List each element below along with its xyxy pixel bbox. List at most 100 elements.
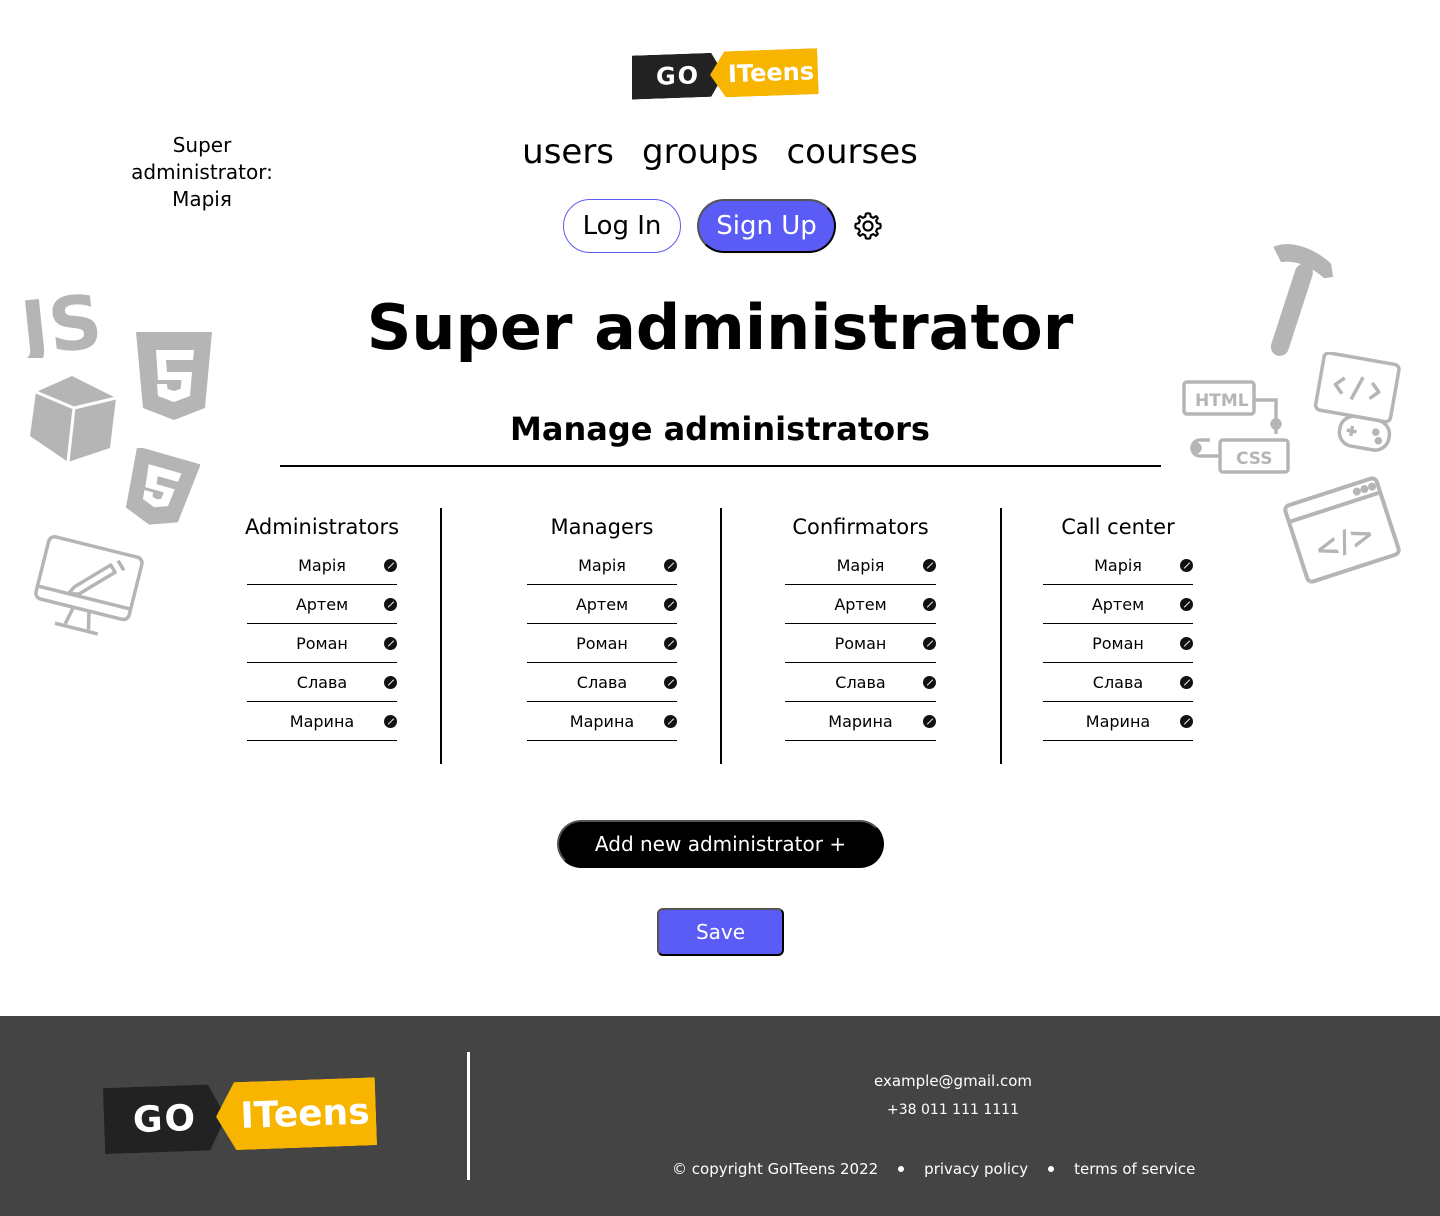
section-divider xyxy=(280,465,1161,467)
hammer-icon xyxy=(1270,244,1334,356)
list-item: Слава xyxy=(247,663,397,702)
logo-iteens-part: ITeens xyxy=(215,1077,377,1151)
css3-icon xyxy=(125,448,200,525)
design-monitor-icon xyxy=(34,534,144,636)
edit-icon[interactable] xyxy=(1180,715,1193,728)
list-item: Артем xyxy=(785,585,936,624)
list-item: Марина xyxy=(527,702,677,741)
list-item: Артем xyxy=(527,585,677,624)
list-item: Роман xyxy=(785,624,936,663)
column-title: Call center xyxy=(1061,515,1175,539)
list-item: Роман xyxy=(1043,624,1193,663)
html-css-icon: HTML CSS xyxy=(1182,380,1290,474)
terms-of-service-link[interactable]: terms of service xyxy=(1074,1160,1195,1178)
nav-users[interactable]: users xyxy=(508,131,628,173)
column-administrators: Administrators Марія Артем Роман Слава М… xyxy=(245,508,399,741)
css-label: CSS xyxy=(1236,449,1273,469)
code-label: </> xyxy=(1310,516,1379,568)
list-item: Слава xyxy=(785,663,936,702)
logo-go-part: GO xyxy=(103,1084,227,1154)
edit-icon[interactable] xyxy=(384,559,397,572)
edit-icon[interactable] xyxy=(664,598,677,611)
column-title: Confirmators xyxy=(792,515,929,539)
column-title: Managers xyxy=(550,515,654,539)
code-window-icon: </> xyxy=(1283,476,1401,584)
list-item-name: Роман xyxy=(1092,633,1144,653)
edit-icon[interactable] xyxy=(1180,559,1193,572)
list-item: Артем xyxy=(1043,585,1193,624)
footer: GO ITeens example@gmail.com +38 011 111 … xyxy=(0,1016,1440,1216)
edit-icon[interactable] xyxy=(664,676,677,689)
edit-icon[interactable] xyxy=(664,559,677,572)
bullet-separator xyxy=(1048,1166,1055,1172)
edit-icon[interactable] xyxy=(384,715,397,728)
list-item-name: Роман xyxy=(576,633,628,653)
logo-go-part: GO xyxy=(632,52,724,99)
column-divider xyxy=(440,508,442,764)
call-center-list: Марія Артем Роман Слава Марина xyxy=(1043,546,1193,741)
gear-icon[interactable] xyxy=(852,210,884,242)
edit-icon[interactable] xyxy=(923,637,936,650)
edit-icon[interactable] xyxy=(923,676,936,689)
list-item: Марія xyxy=(527,546,677,585)
footer-phone[interactable]: +38 011 111 1111 xyxy=(853,1102,1053,1118)
list-item-name: Марія xyxy=(298,555,346,575)
list-item-name: Артем xyxy=(575,594,629,614)
list-item: Марина xyxy=(247,702,397,741)
column-title: Administrators xyxy=(244,515,400,539)
login-button[interactable]: Log In xyxy=(563,199,681,253)
nav-groups[interactable]: groups xyxy=(628,131,772,173)
column-divider xyxy=(1000,508,1002,764)
add-administrator-button[interactable]: Add new administrator + xyxy=(557,820,884,868)
game-monitor-icon xyxy=(1313,352,1401,452)
html-label: HTML xyxy=(1195,391,1249,411)
footer-logo[interactable]: GO ITeens xyxy=(104,1078,378,1154)
edit-icon[interactable] xyxy=(384,676,397,689)
signup-button[interactable]: Sign Up xyxy=(697,199,836,253)
save-button[interactable]: Save xyxy=(657,908,784,956)
html5-icon xyxy=(136,332,212,420)
list-item: Марина xyxy=(1043,702,1193,741)
list-item: Артем xyxy=(247,585,397,624)
edit-icon[interactable] xyxy=(1180,598,1193,611)
list-item: Марія xyxy=(785,546,936,585)
list-item-name: Слава xyxy=(296,672,348,692)
list-item: Марія xyxy=(1043,546,1193,585)
list-item-name: Роман xyxy=(296,633,348,653)
confirmators-list: Марія Артем Роман Слава Марина xyxy=(785,546,936,741)
edit-icon[interactable] xyxy=(923,598,936,611)
footer-links: © copyright GoITeens 2022 privacy policy… xyxy=(672,1160,1195,1178)
list-item-name: Артем xyxy=(1091,594,1145,614)
column-divider xyxy=(720,508,722,764)
edit-icon[interactable] xyxy=(664,715,677,728)
logo-iteens-part: ITeens xyxy=(709,48,819,98)
list-item-name: Марина xyxy=(828,711,893,731)
privacy-policy-link[interactable]: privacy policy xyxy=(924,1160,1028,1178)
js-label: JS xyxy=(18,279,106,358)
nav-courses[interactable]: courses xyxy=(772,131,931,173)
footer-divider xyxy=(467,1052,470,1180)
footer-email[interactable]: example@gmail.com xyxy=(853,1072,1053,1090)
admin-list: Марія Артем Роман Слава Марина xyxy=(247,546,397,741)
edit-icon[interactable] xyxy=(384,637,397,650)
edit-icon[interactable] xyxy=(923,559,936,572)
column-call-center: Call center Марія Артем Роман Слава Мари… xyxy=(1043,508,1193,741)
list-item-name: Слава xyxy=(1092,672,1144,692)
list-item: Марина xyxy=(785,702,936,741)
edit-icon[interactable] xyxy=(1180,676,1193,689)
js-icon: JS xyxy=(18,279,106,358)
list-item-name: Марія xyxy=(578,555,626,575)
page-title: Super administrator xyxy=(366,291,1074,364)
edit-icon[interactable] xyxy=(1180,637,1193,650)
edit-icon[interactable] xyxy=(384,598,397,611)
main-nav: users groups courses xyxy=(520,130,920,174)
header-logo[interactable]: GO ITeens xyxy=(632,48,818,100)
list-item-name: Марина xyxy=(289,711,355,731)
list-item-name: Марія xyxy=(836,555,885,575)
list-item: Роман xyxy=(527,624,677,663)
list-item-name: Артем xyxy=(834,594,887,614)
edit-icon[interactable] xyxy=(664,637,677,650)
list-item-name: Слава xyxy=(835,672,886,692)
list-item-name: Марина xyxy=(569,711,635,731)
edit-icon[interactable] xyxy=(923,715,936,728)
